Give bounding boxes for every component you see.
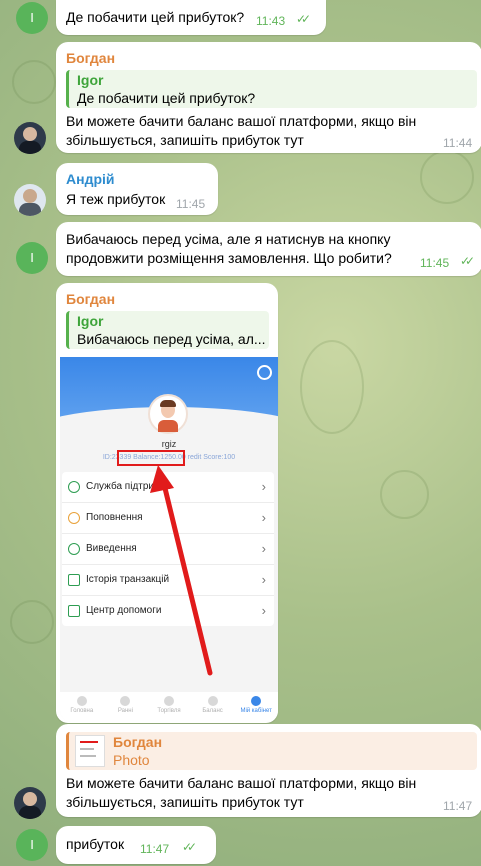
- thumb-line: [80, 748, 94, 750]
- message-text: прибуток: [66, 836, 125, 852]
- avatar[interactable]: I: [16, 829, 48, 861]
- thumb-line: [80, 741, 98, 743]
- message-bubble[interactable]: Богдан Photo Ви можете бачити баланс ваш…: [56, 724, 481, 817]
- message-time: 11:47: [140, 842, 170, 856]
- suit-shape: [19, 806, 41, 819]
- reply-quote[interactable]: Богдан Photo: [66, 732, 477, 770]
- avatar[interactable]: [14, 787, 46, 819]
- double-check-icon: ✓✓: [182, 840, 197, 854]
- quote-text: Photo: [113, 752, 150, 768]
- photo-thumbnail: [75, 735, 105, 767]
- quote-name: Богдан: [113, 734, 163, 750]
- thumb-line: [80, 755, 96, 757]
- message-time: 11:47: [443, 799, 473, 813]
- person-icon: [23, 792, 37, 806]
- message-bubble[interactable]: прибуток 11:47 ✓✓: [56, 826, 216, 864]
- message-text: Ви можете бачити баланс вашої платформи,…: [66, 775, 417, 810]
